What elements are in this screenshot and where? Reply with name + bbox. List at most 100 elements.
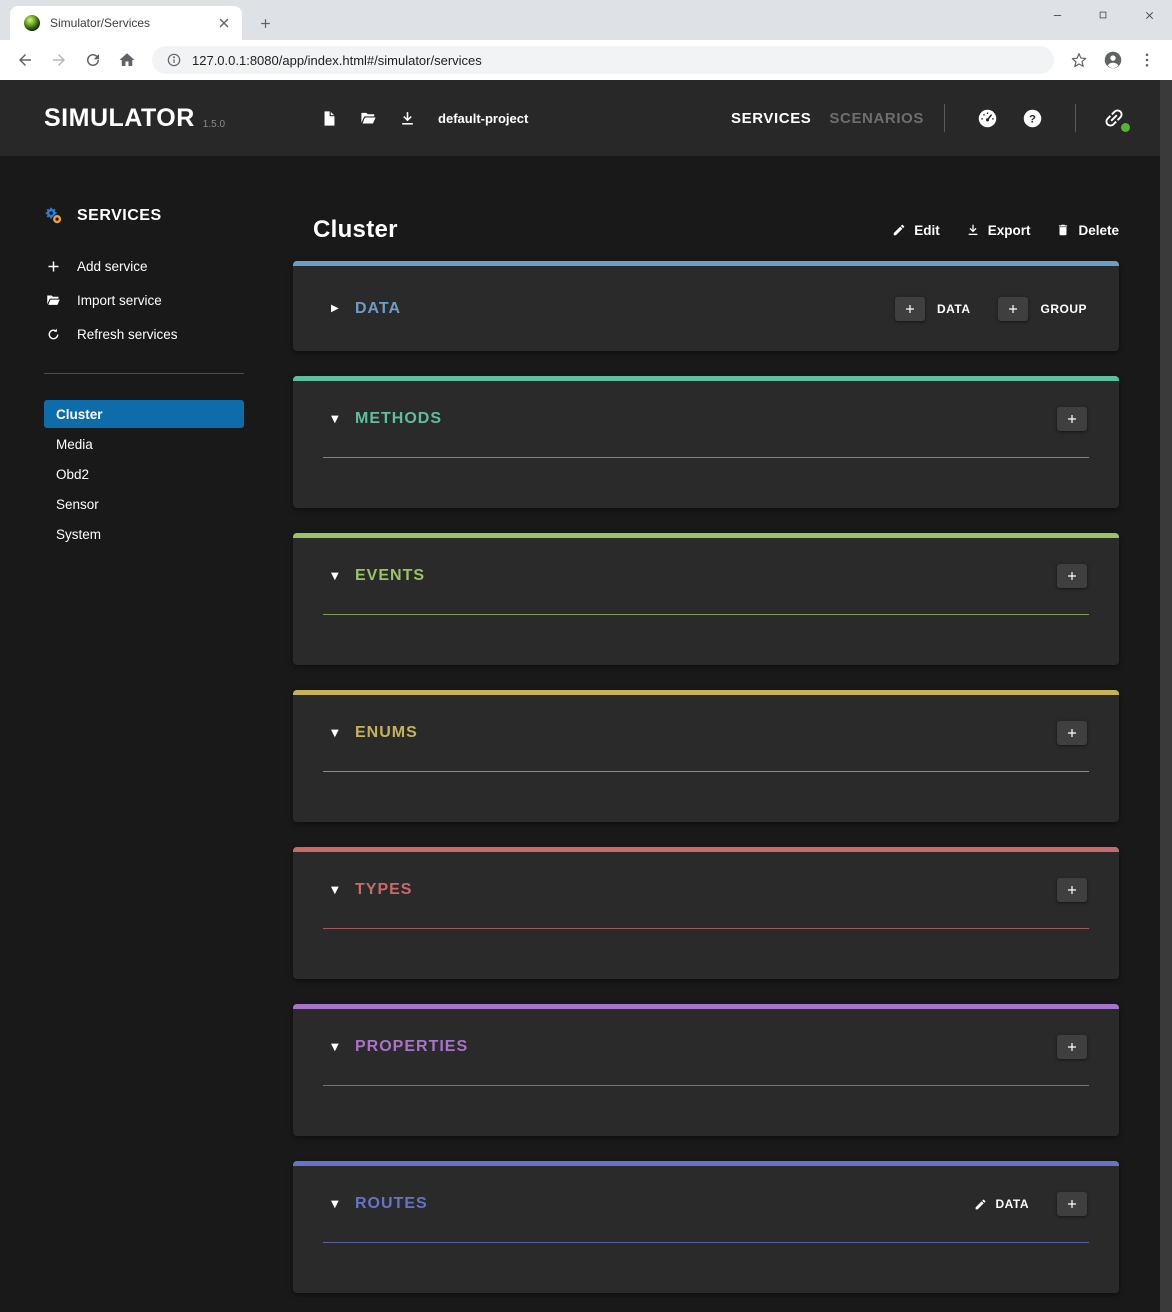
nav-scenarios[interactable]: SCENARIOS — [829, 110, 924, 127]
collapse-arrow-icon[interactable]: ▼ — [331, 571, 345, 582]
project-name: default-project — [438, 111, 528, 126]
tab-close-icon[interactable] — [216, 15, 232, 31]
plus-icon[interactable] — [1057, 407, 1087, 431]
section-action-label: GROUP — [1040, 302, 1087, 316]
section-card-routes: ▼ ROUTES DATA — [293, 1161, 1119, 1293]
delete-button[interactable]: Delete — [1056, 223, 1119, 238]
section-title: PROPERTIES — [355, 1038, 468, 1056]
open-folder-icon[interactable] — [360, 110, 377, 127]
connection-link-icon[interactable] — [1102, 106, 1126, 130]
window-minimize-button[interactable] — [1034, 0, 1080, 30]
sidebar-item-system[interactable]: System — [44, 520, 244, 548]
sidebar-item-label: System — [56, 527, 101, 542]
collapse-arrow-icon[interactable]: ▼ — [331, 728, 345, 739]
browser-tab-strip: Simulator/Services — [0, 0, 1172, 40]
sidebar-item-obd2[interactable]: Obd2 — [44, 460, 244, 488]
plus-icon[interactable] — [1057, 878, 1087, 902]
help-icon[interactable]: ? — [1022, 108, 1043, 129]
page-scrollbar[interactable] — [1160, 80, 1172, 1312]
sidebar-action-refresh-services[interactable]: Refresh services — [44, 317, 293, 351]
browser-tab[interactable]: Simulator/Services — [10, 6, 242, 40]
new-file-icon[interactable] — [321, 110, 338, 127]
plus-icon[interactable] — [1057, 1192, 1087, 1216]
download-icon[interactable] — [399, 110, 416, 127]
sidebar-action-label: Import service — [77, 293, 162, 308]
header-divider — [944, 104, 945, 132]
add-enums-button[interactable] — [1057, 721, 1087, 745]
add-methods-button[interactable] — [1057, 407, 1087, 431]
url-text: 127.0.0.1:8080/app/index.html#/simulator… — [192, 53, 482, 68]
collapse-arrow-icon[interactable]: ▼ — [331, 1042, 345, 1053]
section-body — [293, 1243, 1119, 1293]
home-icon[interactable] — [111, 44, 143, 76]
section-card-enums: ▼ ENUMS — [293, 690, 1119, 822]
section-action-label: DATA — [937, 302, 971, 316]
browser-menu-icon[interactable] — [1131, 44, 1163, 76]
section-body — [293, 615, 1119, 665]
add-routes-button[interactable] — [1057, 1192, 1087, 1216]
section-title: TYPES — [355, 881, 412, 899]
refresh-icon — [44, 325, 62, 343]
main-content: Cluster Edit Export Delete ▶ DATA DATA GR… — [293, 156, 1172, 1312]
section-divider — [323, 928, 1089, 929]
tab-title: Simulator/Services — [50, 16, 216, 30]
section-divider — [323, 457, 1089, 458]
window-maximize-button[interactable] — [1080, 0, 1126, 30]
plus-icon[interactable] — [895, 297, 925, 321]
plus-icon[interactable] — [1057, 564, 1087, 588]
plus-icon[interactable] — [1057, 721, 1087, 745]
edit-button[interactable]: Edit — [892, 223, 940, 238]
collapse-arrow-icon[interactable]: ▼ — [331, 1199, 345, 1210]
expand-arrow-icon[interactable]: ▶ — [331, 303, 345, 314]
section-card-properties: ▼ PROPERTIES — [293, 1004, 1119, 1136]
sidebar-item-label: Sensor — [56, 497, 99, 512]
forward-icon[interactable] — [43, 44, 75, 76]
add-properties-button[interactable] — [1057, 1035, 1087, 1059]
plus-icon[interactable] — [1057, 1035, 1087, 1059]
page-info-icon[interactable] — [166, 52, 182, 68]
reload-icon[interactable] — [77, 44, 109, 76]
add-data-button[interactable]: DATA — [895, 297, 971, 321]
gauge-icon[interactable] — [977, 108, 998, 129]
new-tab-button[interactable] — [252, 10, 278, 36]
pencil-icon — [974, 1198, 987, 1211]
app-version: 1.5.0 — [203, 119, 225, 130]
section-card-types: ▼ TYPES — [293, 847, 1119, 979]
export-button[interactable]: Export — [966, 223, 1031, 238]
sidebar-action-add-service[interactable]: Add service — [44, 249, 293, 283]
address-bar[interactable]: 127.0.0.1:8080/app/index.html#/simulator… — [152, 46, 1054, 74]
back-icon[interactable] — [9, 44, 41, 76]
sidebar-item-label: Obd2 — [56, 467, 89, 482]
section-body — [293, 458, 1119, 508]
toolbar-button-label: Export — [988, 223, 1031, 238]
sidebar-item-sensor[interactable]: Sensor — [44, 490, 244, 518]
app-header: SIMULATOR 1.5.0 default-project SERVICES… — [0, 80, 1172, 156]
open-folder-icon — [44, 291, 62, 309]
toolbar-button-label: Edit — [914, 223, 940, 238]
sidebar-action-import-service[interactable]: Import service — [44, 283, 293, 317]
header-divider — [1075, 104, 1076, 132]
collapse-arrow-icon[interactable]: ▼ — [331, 414, 345, 425]
add-group-button[interactable]: GROUP — [998, 297, 1087, 321]
add-types-button[interactable] — [1057, 878, 1087, 902]
section-card-events: ▼ EVENTS — [293, 533, 1119, 665]
section-card-data: ▶ DATA DATA GROUP — [293, 261, 1119, 351]
sidebar-divider — [44, 373, 244, 374]
section-body — [293, 772, 1119, 822]
plus-icon — [44, 257, 62, 275]
window-close-button[interactable] — [1126, 0, 1172, 30]
page-title: Cluster — [313, 216, 398, 244]
browser-toolbar: 127.0.0.1:8080/app/index.html#/simulator… — [0, 40, 1172, 80]
sidebar-item-media[interactable]: Media — [44, 430, 244, 458]
profile-avatar[interactable] — [1097, 44, 1129, 76]
add-events-button[interactable] — [1057, 564, 1087, 588]
app-logo: SIMULATOR — [44, 104, 195, 133]
section-title: DATA — [355, 300, 401, 318]
nav-services[interactable]: SERVICES — [731, 110, 811, 127]
edit-data-button[interactable]: DATA — [974, 1197, 1029, 1211]
svg-text:?: ? — [1029, 113, 1036, 125]
sidebar-item-cluster[interactable]: Cluster — [44, 400, 244, 428]
bookmark-star-icon[interactable] — [1063, 44, 1095, 76]
plus-icon[interactable] — [998, 297, 1028, 321]
collapse-arrow-icon[interactable]: ▼ — [331, 885, 345, 896]
